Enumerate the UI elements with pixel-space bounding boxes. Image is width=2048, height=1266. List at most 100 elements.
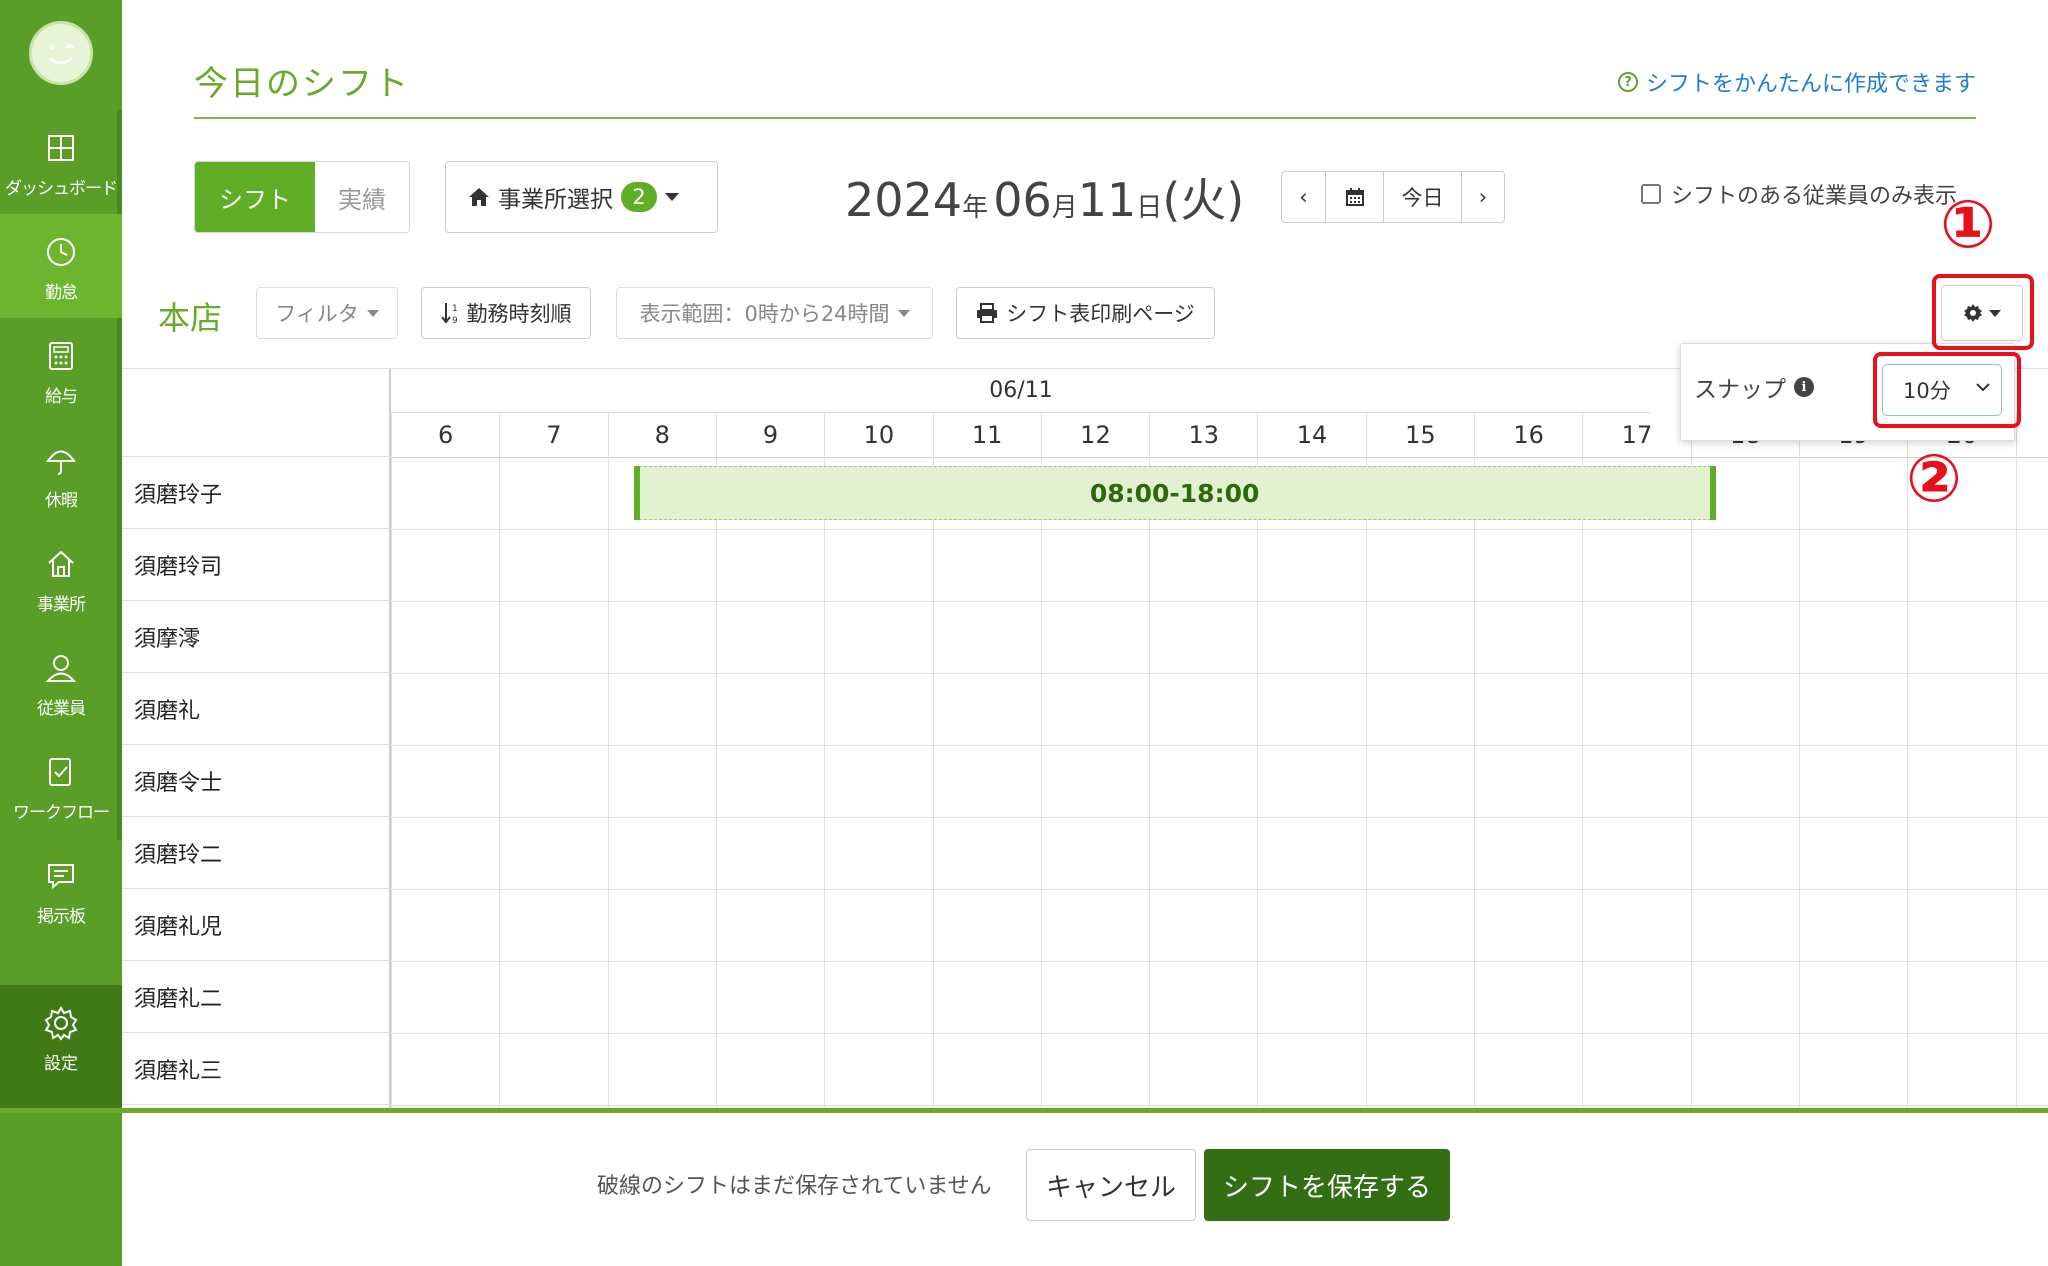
only-with-shift-label: シフトのある従業員のみ表示 [1671, 184, 1958, 209]
sidebar-settings-label: 設定 [44, 1054, 78, 1074]
date-day: 11 [1077, 173, 1137, 227]
sidebar-item-label: ダッシュボード [5, 179, 118, 199]
tab-actual[interactable]: 実績 [315, 162, 409, 232]
prev-day-button[interactable]: ‹ [1282, 172, 1325, 222]
sidebar-item-label: ワークフロー [13, 803, 110, 823]
sidebar-item-office[interactable]: 事業所 [0, 526, 122, 630]
grid-line [1907, 457, 1909, 1108]
hour-header: 14 [1257, 413, 1366, 458]
calculator-icon [49, 342, 73, 370]
sidebar-item-label: 従業員 [37, 699, 86, 719]
sidebar-item-dashboard[interactable]: ダッシュボード [0, 110, 122, 214]
today-button[interactable]: 今日 [1383, 172, 1461, 222]
employee-column: 須磨玲子 須磨玲司 須摩澪 須磨礼 須磨令士 須磨玲二 須磨礼児 須磨礼二 須磨礼三 [122, 368, 391, 1108]
filter-label: フィルタ [275, 302, 359, 326]
employee-name: 須磨玲子 [122, 457, 391, 529]
sidebar-item-label: 掲示板 [37, 907, 86, 927]
title-divider [194, 117, 1976, 119]
grid-line [2015, 457, 2017, 1108]
hour-header: 12 [1040, 413, 1150, 458]
sidebar-item-settings[interactable]: 設定 [0, 985, 122, 1108]
sidebar-item-label: 事業所 [37, 595, 86, 615]
sidebar-item-board[interactable]: 掲示板 [0, 838, 122, 942]
grid-line [1582, 457, 1584, 1108]
grid-line [607, 457, 609, 1108]
employee-name: 須磨礼二 [122, 961, 391, 1033]
grid-line [1149, 457, 1151, 1108]
calendar-button[interactable] [1325, 172, 1383, 222]
employee-name: 須摩澪 [122, 601, 391, 673]
grid-line [1690, 457, 1692, 1108]
employee-name: 須磨玲司 [122, 529, 391, 601]
save-shift-button[interactable]: シフトを保存する [1204, 1149, 1450, 1221]
sidebar-item-workflow[interactable]: ワークフロー [0, 734, 122, 838]
sidebar-item-attendance[interactable]: 勤怠 [0, 214, 122, 318]
info-icon[interactable]: i [1794, 377, 1814, 397]
sidebar-item-label: 給与 [45, 387, 78, 407]
tab-shift[interactable]: シフト [195, 162, 315, 232]
date-navigation: ‹ 今日 › [1281, 171, 1505, 223]
shift-bar[interactable]: 08:00-18:00 [633, 466, 1716, 520]
footer-bottom-bar [0, 1262, 122, 1266]
footer-divider [0, 1108, 2048, 1113]
annotation-box-snap [1873, 352, 2021, 428]
umbrella-icon [46, 450, 76, 475]
employee-name: 須磨玲二 [122, 817, 391, 889]
hour-header: 6 [391, 413, 500, 458]
sidebar-item-leave[interactable]: 休暇 [0, 422, 122, 526]
hour-header: 16 [1474, 413, 1583, 458]
grid-date-label: 06/11 [391, 369, 1651, 413]
sort-label: 勤務時刻順 [466, 302, 572, 326]
only-with-shift-toggle[interactable]: シフトのある従業員のみ表示 [1641, 178, 1981, 210]
grid-line [391, 1033, 2048, 1034]
help-link[interactable]: ? シフトをかんたんに作成できます [1617, 66, 1976, 98]
employee-name: 須磨令士 [122, 745, 391, 817]
caret-down-icon [897, 309, 910, 317]
grid-line [391, 1105, 2048, 1106]
logo-icon[interactable] [29, 21, 93, 85]
dashboard-icon [48, 135, 74, 161]
svg-text:1: 1 [452, 304, 458, 314]
office-count-badge: 2 [621, 182, 657, 212]
shift-grid: 須磨玲子 須磨玲司 須摩澪 須磨礼 須磨令士 須磨玲二 須磨礼児 須磨礼二 須磨礼三 06/11… [122, 368, 2048, 1108]
date-month: 06 [993, 173, 1052, 227]
employee-name: 須磨礼 [122, 673, 391, 745]
date-weekday: (火) [1162, 173, 1245, 227]
date-year: 2024 [845, 173, 963, 227]
help-link-label: シフトをかんたんに作成できます [1645, 72, 1976, 97]
employee-name: 須磨礼三 [122, 1033, 391, 1105]
print-label: シフト表印刷ページ [1006, 302, 1195, 326]
caret-down-icon [366, 309, 379, 317]
office-select-button[interactable]: 事業所選択 2 [445, 161, 718, 233]
grid-line [499, 457, 501, 1108]
grid-line [1040, 457, 1042, 1108]
sidebar-item-payroll[interactable]: 給与 [0, 318, 122, 422]
employee-column-header [122, 368, 391, 457]
grid-line [1257, 457, 1259, 1108]
annotation-number-two: ② [1906, 440, 1962, 517]
print-page-button[interactable]: シフト表印刷ページ [956, 287, 1215, 339]
grid-line [391, 457, 392, 1108]
sort-by-time-button[interactable]: 19 勤務時刻順 [421, 287, 591, 339]
sort-icon: 19 [440, 303, 458, 325]
unsaved-message: 破線のシフトはまだ保存されていません [597, 1174, 992, 1199]
filter-button[interactable]: フィルタ [256, 287, 398, 339]
cancel-button[interactable]: キャンセル [1026, 1149, 1196, 1221]
hour-header: 15 [1365, 413, 1474, 458]
svg-text:9: 9 [452, 316, 458, 325]
only-with-shift-checkbox[interactable] [1641, 184, 1661, 204]
display-range-button[interactable]: 表示範囲：0時から24時間 [616, 287, 933, 339]
snap-label-row: スナップ i [1694, 370, 1814, 404]
grid-line [391, 889, 2048, 890]
shift-bar-label: 08:00-18:00 [1089, 478, 1260, 508]
hour-header: 10 [824, 413, 933, 458]
date-day-unit: 日 [1136, 193, 1163, 223]
grid-line [824, 457, 826, 1108]
sidebar: ダッシュボード 勤怠 給与 休暇 事業所 従業員 ワークフロー 掲示板 設定 [0, 0, 122, 1266]
next-day-button[interactable]: › [1461, 172, 1504, 222]
home-icon [48, 550, 74, 577]
person-icon [45, 655, 77, 682]
sidebar-item-employees[interactable]: 従業員 [0, 630, 122, 734]
hour-header: 8 [607, 413, 716, 458]
grid-line [1798, 457, 1800, 1108]
